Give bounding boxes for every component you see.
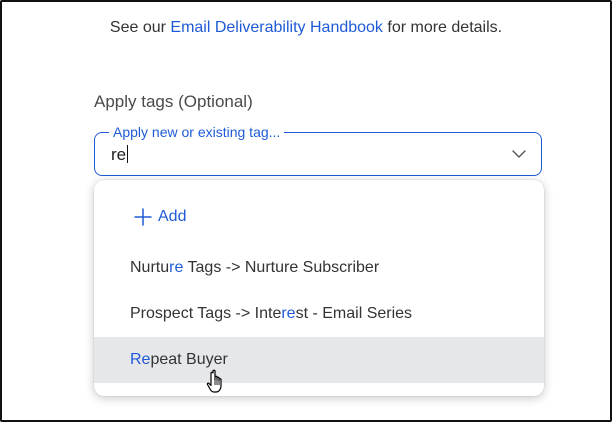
plus-icon	[134, 208, 152, 226]
tag-input-field[interactable]: Apply new or existing tag... re	[94, 124, 542, 176]
tag-search-input[interactable]: re	[111, 145, 129, 165]
note-prefix: See our	[109, 19, 171, 36]
tag-input-value: re	[111, 145, 127, 164]
chevron-down-icon[interactable]	[511, 146, 527, 162]
option-text: peat Buyer	[150, 351, 228, 368]
text-caret	[127, 145, 129, 163]
tag-option-interest-email-series[interactable]: Prospect Tags -> Interest - Email Series	[94, 291, 544, 337]
apply-tags-label: Apply tags (Optional)	[94, 92, 253, 111]
option-match-highlight: Re	[130, 351, 151, 368]
handbook-note: See our Email Deliverability Handbook fo…	[0, 19, 612, 37]
option-text: Tags -> Nurture Subscriber	[183, 259, 380, 276]
option-text: Nurtu	[130, 259, 170, 276]
tag-input-floating-label: Apply new or existing tag...	[109, 124, 285, 140]
note-suffix: for more details.	[382, 19, 503, 36]
add-tag-label: Add	[158, 208, 187, 225]
tag-option-repeat-buyer[interactable]: Repeat Buyer	[94, 337, 544, 383]
tag-option-nurture-subscriber[interactable]: Nurture Tags -> Nurture Subscriber	[94, 245, 544, 291]
option-match-highlight: re	[281, 305, 296, 322]
option-text: Prospect Tags -> Inte	[130, 305, 282, 322]
handbook-link[interactable]: Email Deliverability Handbook	[170, 19, 383, 36]
hand-pointer-cursor-icon	[206, 369, 222, 393]
option-match-highlight: re	[169, 259, 184, 276]
tag-dropdown-menu: Add Nurture Tags -> Nurture Subscriber P…	[94, 180, 544, 396]
add-tag-button[interactable]: Add	[134, 206, 186, 228]
option-text: st - Email Series	[295, 305, 413, 322]
